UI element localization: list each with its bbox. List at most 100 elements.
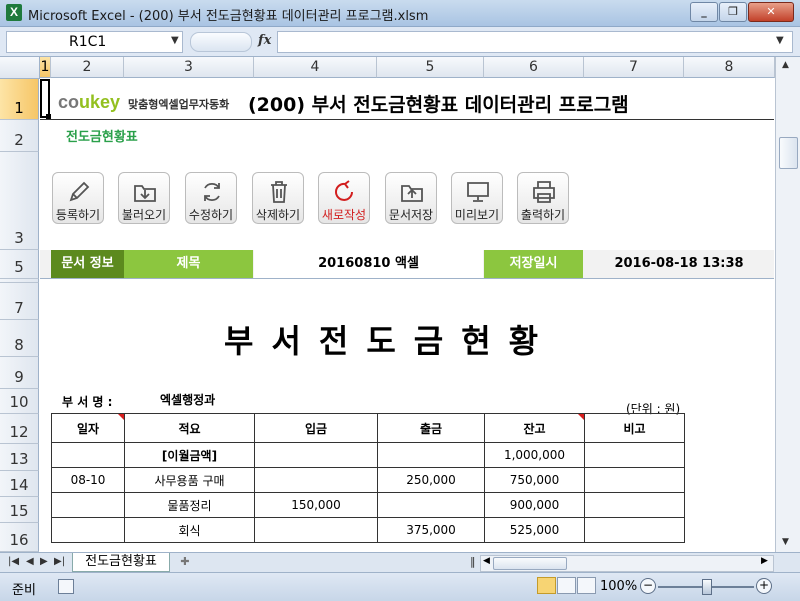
name-box[interactable]: R1C1 ▼ [6,31,183,53]
table-row: 물품정리 150,000 900,000 [51,492,685,518]
row-header-12[interactable]: 12 [0,414,39,444]
macro-record-icon[interactable] [58,579,74,594]
coukey-logo: coukey [58,92,121,112]
cell-balance[interactable]: 525,000 [484,517,585,543]
page-layout-view-button[interactable] [557,577,576,594]
delete-button[interactable]: 삭제하기 [252,172,304,224]
cell-description[interactable]: 사무용품 구매 [124,467,255,493]
cell-date[interactable] [51,492,125,518]
formula-input[interactable] [277,31,793,53]
cell-deposit[interactable] [254,442,378,468]
insert-sheet-icon[interactable]: ✚ [174,555,196,569]
scroll-down-icon[interactable]: ▼ [782,537,789,547]
fx-icon[interactable]: fx [258,33,271,48]
column-header-1[interactable]: 1 [40,57,51,78]
table-row: 회식 375,000 525,000 [51,517,685,543]
row-header-15[interactable]: 15 [0,497,39,523]
row-header-10[interactable]: 10 [0,389,39,414]
register-button[interactable]: 등록하기 [52,172,104,224]
row-header-14[interactable]: 14 [0,471,39,497]
column-header-6[interactable]: 6 [484,57,584,78]
close-button[interactable]: ✕ [748,2,794,22]
row-header-9[interactable]: 9 [0,357,39,389]
first-sheet-icon[interactable]: |◀ [8,556,19,567]
cell-balance[interactable]: 750,000 [484,467,585,493]
row-header-8[interactable]: 8 [0,320,39,357]
zoom-in-button[interactable]: + [756,578,772,594]
active-cell[interactable] [40,79,50,118]
restore-button[interactable]: ❐ [719,2,747,22]
doc-title-value[interactable]: 20160810 액셀 [254,250,483,278]
cell-note[interactable] [584,517,685,543]
row-header-1[interactable]: 1 [0,79,39,120]
column-header-4[interactable]: 4 [254,57,377,78]
last-sheet-icon[interactable]: ▶| [54,556,65,567]
excel-app-icon[interactable]: X [6,4,22,21]
zoom-slider-thumb[interactable] [702,579,712,595]
cell-note[interactable] [584,492,685,518]
print-button[interactable]: 출력하기 [517,172,569,224]
load-button[interactable]: 불러오기 [118,172,170,224]
row-header-13[interactable]: 13 [0,444,39,471]
sheet-tab-active[interactable]: 전도금현황표 [72,553,170,572]
scroll-up-icon[interactable]: ▲ [782,60,789,70]
cell-note[interactable] [584,467,685,493]
header-note: 비고 [584,413,685,443]
zoom-out-button[interactable]: − [640,578,656,594]
new-document-button[interactable]: 새로작성 [318,172,370,224]
column-header-2[interactable]: 2 [51,57,124,78]
cell-balance[interactable]: 1,000,000 [484,442,585,468]
tab-split-handle[interactable]: ‖ [470,555,476,568]
row-header-7[interactable]: 7 [0,283,39,320]
header-date: 일자 [51,413,125,443]
zoom-level[interactable]: 100% [600,579,637,594]
cell-deposit[interactable]: 150,000 [254,492,378,518]
page-break-view-button[interactable] [577,577,596,594]
cell-withdrawal[interactable]: 250,000 [377,467,485,493]
cell-withdrawal[interactable] [377,492,485,518]
edit-button[interactable]: 수정하기 [185,172,237,224]
scroll-left-icon[interactable]: ◀ [483,556,490,566]
row-header-2[interactable]: 2 [0,120,39,152]
vertical-scrollbar[interactable]: ▲ ▼ [775,57,800,552]
cell-date[interactable]: 08-10 [51,467,125,493]
cell-withdrawal[interactable] [377,442,485,468]
sheet-tab-bar: |◀ ◀ ▶ ▶| 전도금현황표 ✚ ‖ ◀ ▶ [0,552,800,572]
select-all-corner[interactable] [0,57,40,79]
column-header-5[interactable]: 5 [377,57,484,78]
save-document-button[interactable]: 문서저장 [385,172,437,224]
horizontal-scroll-thumb[interactable] [493,557,567,570]
cell-description[interactable]: 물품정리 [124,492,255,518]
header-divider [40,119,774,120]
cell-date[interactable] [51,442,125,468]
next-sheet-icon[interactable]: ▶ [40,556,48,567]
cell-description[interactable]: 회식 [124,517,255,543]
cell-date[interactable] [51,517,125,543]
column-header-8[interactable]: 8 [684,57,775,78]
cell-deposit[interactable] [254,517,378,543]
row-header-3[interactable]: 3 [0,152,39,250]
horizontal-scrollbar[interactable]: ◀ ▶ [480,555,774,572]
expand-formula-icon[interactable]: ▼ [776,35,784,46]
cell-note[interactable] [584,442,685,468]
normal-view-button[interactable] [537,577,556,594]
cell-description[interactable]: [이월금액] [124,442,255,468]
row-header-16[interactable]: 16 [0,523,39,552]
frozen-pane-divider [40,278,774,279]
worksheet[interactable]: coukey 맞춤형엑셀업무자동화 (200) 부서 전도금현황표 데이터관리 … [40,79,774,552]
row-header-5[interactable]: 5 [0,250,39,279]
prev-sheet-icon[interactable]: ◀ [26,556,34,567]
cell-deposit[interactable] [254,467,378,493]
column-header-3[interactable]: 3 [124,57,254,78]
vertical-scroll-thumb[interactable] [779,137,798,169]
sheet-subtitle: 전도금현황표 [66,130,138,145]
scroll-right-icon[interactable]: ▶ [761,556,768,566]
chevron-down-icon[interactable]: ▼ [171,35,179,46]
column-header-7[interactable]: 7 [584,57,684,78]
minimize-button[interactable]: _ [690,2,718,22]
saved-at-value[interactable]: 2016-08-18 13:38 [584,250,774,278]
preview-button[interactable]: 미리보기 [451,172,503,224]
cell-withdrawal[interactable]: 375,000 [377,517,485,543]
dept-value[interactable]: 엑셀행정과 [160,391,215,408]
cell-balance[interactable]: 900,000 [484,492,585,518]
